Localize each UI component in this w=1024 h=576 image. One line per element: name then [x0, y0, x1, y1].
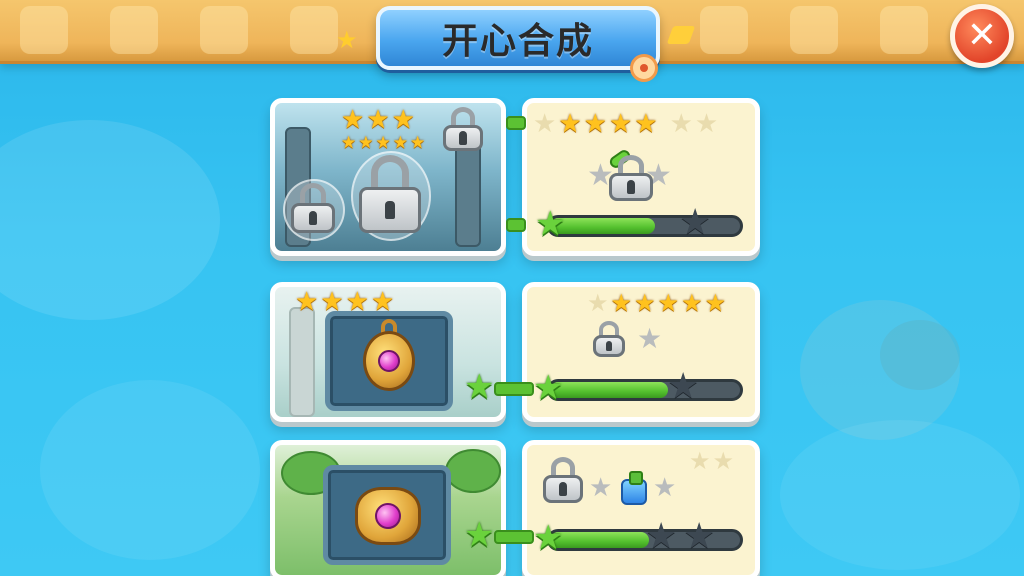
connector [506, 116, 526, 130]
green-star-icon: ★ [533, 518, 564, 558]
star-icon: ★ [653, 473, 677, 503]
star-icon: ★ [689, 447, 711, 475]
star-icon: ★ [358, 133, 374, 153]
star-icon: ★ [341, 133, 357, 153]
small-lock-icon [443, 107, 483, 151]
star-icon: ★ [657, 289, 680, 317]
star-icon: ★ [392, 133, 408, 153]
level-2-progress-bar [547, 379, 743, 401]
star-icon: ★ [410, 133, 426, 153]
title-plate: 开心合成 [376, 6, 660, 70]
level-3-scene-card[interactable] [270, 440, 506, 576]
close-button[interactable]: ✕ [950, 4, 1014, 68]
dark-star-icon: ★ [645, 516, 678, 557]
level-1-reward-card[interactable]: ★ ★ ★ ★ ★ ★ ★ ★ ★ ★ ★ [522, 98, 760, 256]
star-icon: ★ [589, 473, 613, 503]
connector [506, 218, 526, 232]
page-title: 开心合成 [441, 21, 594, 62]
main-lock-icon [359, 155, 421, 233]
level-2-reward-stars: ★ ★ ★ ★ ★ ★ [587, 291, 726, 315]
star-icon: ★ [587, 289, 609, 317]
star-icon: ★ [712, 447, 735, 475]
level-1-progress-bar [547, 215, 743, 237]
level-3-reward-stars: ★ ★ [689, 449, 734, 473]
decor-flower-icon [630, 54, 658, 82]
level-1-stars-bottom: ★ ★ ★ ★ ★ [341, 135, 425, 152]
level-1-reward-stars: ★ ★ ★ ★ ★ ★ ★ [533, 111, 718, 137]
star-icon: ★ [583, 109, 607, 139]
star-icon: ★ [558, 109, 582, 139]
reward-lock-icon [593, 321, 625, 357]
star-icon: ★ [634, 289, 656, 317]
connector [494, 382, 534, 396]
connector [494, 530, 534, 544]
star-icon: ★ [533, 109, 557, 139]
level-2-reward-card[interactable]: ★ ★ ★ ★ ★ ★ ★ ★ ★ [522, 282, 760, 422]
decor-star-icon: ★ [336, 26, 358, 54]
dark-star-icon: ★ [683, 516, 716, 557]
star-icon: ★ [634, 109, 658, 139]
dark-star-icon: ★ [679, 202, 712, 243]
green-star-icon: ★ [464, 515, 495, 555]
star-icon: ★ [669, 109, 693, 139]
star-icon: ★ [681, 289, 703, 317]
star-icon: ★ [704, 289, 727, 317]
level-1-stars-top: ★ ★ ★ [341, 107, 415, 133]
star-icon: ★ [391, 105, 415, 135]
reward-lock-icon [609, 155, 653, 201]
star-icon: ★ [341, 105, 365, 135]
green-star-icon: ★ [535, 204, 566, 244]
amulet-icon [363, 331, 415, 391]
side-lock-icon [291, 183, 335, 233]
star-icon: ★ [610, 289, 633, 317]
green-star-icon: ★ [533, 368, 564, 408]
potion-icon [621, 471, 647, 505]
reward-lock-icon [543, 457, 583, 503]
amulet-icon [355, 487, 421, 545]
star-icon: ★ [608, 109, 633, 139]
green-star-icon: ★ [464, 367, 495, 407]
close-icon: ✕ [966, 15, 998, 56]
level-1-scene-card[interactable]: ★ ★ ★ ★ ★ ★ ★ ★ [270, 98, 506, 256]
star-icon: ★ [637, 322, 663, 355]
dark-star-icon: ★ [667, 366, 700, 407]
star-icon: ★ [694, 109, 719, 139]
star-icon: ★ [366, 105, 390, 135]
level-3-reward-card[interactable]: ★ ★ ★ ★ ★ ★ ★ [522, 440, 760, 576]
star-icon: ★ [295, 287, 319, 317]
star-icon: ★ [375, 133, 391, 153]
